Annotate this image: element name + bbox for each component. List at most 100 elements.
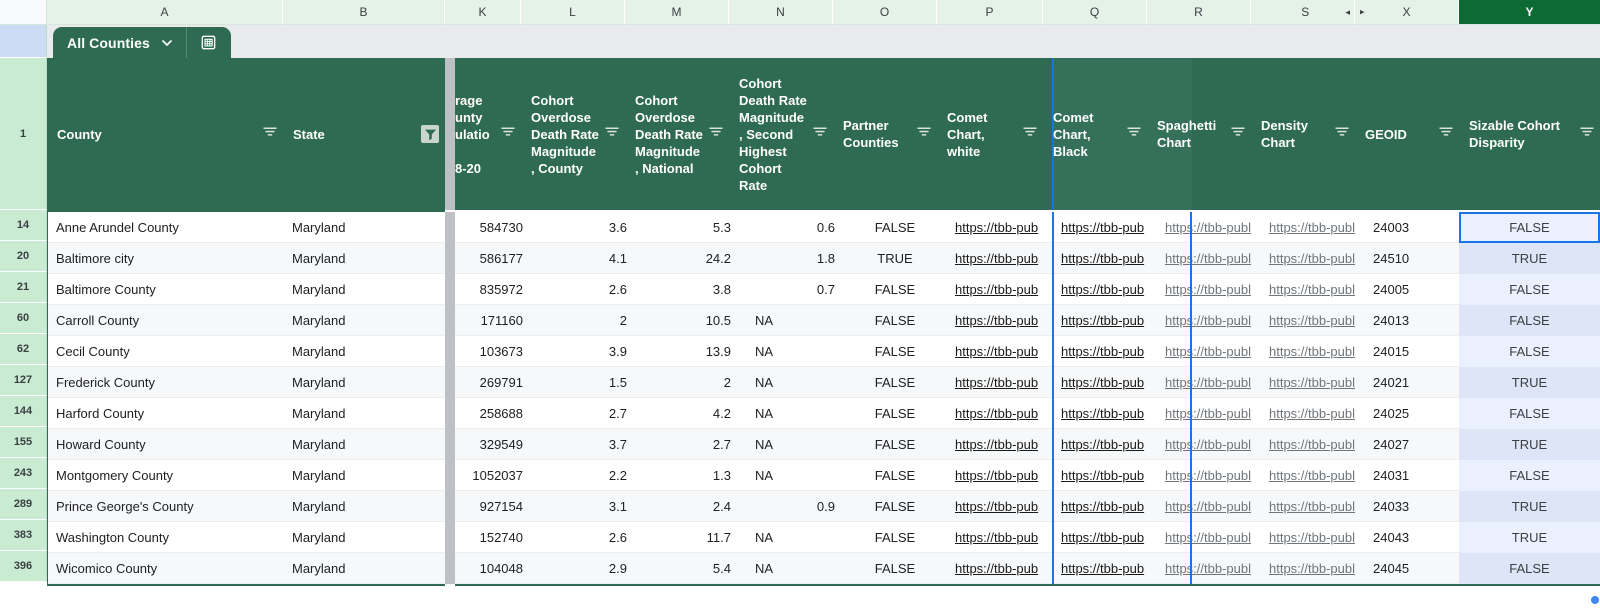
link-comet-black[interactable]: https://tbb-pub — [1053, 305, 1157, 336]
column-header-y[interactable]: Y — [1459, 0, 1600, 25]
link-comet-white[interactable]: https://tbb-pub — [947, 367, 1053, 398]
table-row[interactable]: 104048 2.9 5.4 NA FALSE https://tbb-pub https:… — [455, 552, 1600, 584]
cell-county[interactable]: Baltimore County — [48, 274, 284, 305]
link-comet-black[interactable]: https://tbb-pub — [1053, 553, 1157, 584]
link-density[interactable]: https://tbb-publ — [1261, 553, 1365, 584]
filter-icon[interactable] — [917, 127, 931, 142]
table-row[interactable]: Howard County Maryland — [48, 429, 445, 460]
header-cell-cohort-nat[interactable]: Cohort Overdose Death Rate Magnitude, Na… — [625, 58, 729, 210]
cell-population[interactable]: 104048 — [455, 553, 531, 584]
table-row[interactable]: Cecil County Maryland — [48, 336, 445, 367]
row-number[interactable]: 14 — [0, 210, 47, 241]
cell-sizable-cohort-disparity[interactable]: FALSE — [1459, 459, 1600, 491]
cell-cohort-nat[interactable]: 5.3 — [635, 212, 739, 243]
collapsed-columns-right-arrow-icon[interactable]: ▸ — [1360, 7, 1365, 17]
sheet-tab-all-counties[interactable]: All Counties — [53, 27, 231, 58]
link-spaghetti[interactable]: https://tbb-publ — [1157, 212, 1261, 243]
cell-cohort-county[interactable]: 2.6 — [531, 522, 635, 553]
cell-cohort-nat[interactable]: 13.9 — [635, 336, 739, 367]
cell-state[interactable]: Maryland — [284, 243, 445, 274]
cell-population[interactable]: 835972 — [455, 274, 531, 305]
header-cell-county[interactable]: County — [47, 58, 283, 210]
link-density[interactable]: https://tbb-publ — [1261, 398, 1365, 429]
header-cell-geoid[interactable]: GEOID — [1355, 58, 1459, 210]
chevron-down-icon[interactable] — [158, 36, 186, 50]
cell-county[interactable]: Cecil County — [48, 336, 284, 367]
filter-icon[interactable] — [709, 127, 723, 142]
cell-partner[interactable]: FALSE — [843, 522, 947, 553]
column-header-q[interactable]: Q — [1043, 0, 1147, 25]
cell-geoid[interactable]: 24045 — [1365, 553, 1469, 584]
cell-county[interactable]: Prince George's County — [48, 491, 284, 522]
filter-icon[interactable] — [1127, 127, 1141, 142]
cell-geoid[interactable]: 24510 — [1365, 243, 1469, 274]
row-number-1[interactable]: 1 — [0, 58, 47, 210]
cell-partner[interactable]: FALSE — [843, 336, 947, 367]
table-row[interactable]: Baltimore city Maryland — [48, 243, 445, 274]
header-cell-comet-white[interactable]: Comet Chart, white — [937, 58, 1043, 210]
cell-geoid[interactable]: 24043 — [1365, 522, 1469, 553]
link-comet-black[interactable]: https://tbb-pub — [1053, 367, 1157, 398]
row-number[interactable]: 155 — [0, 427, 47, 458]
cell-county[interactable]: Montgomery County — [48, 460, 284, 491]
link-density[interactable]: https://tbb-publ — [1261, 429, 1365, 460]
cell-county[interactable]: Harford County — [48, 398, 284, 429]
cell-population[interactable]: 171160 — [455, 305, 531, 336]
cell-state[interactable]: Maryland — [284, 274, 445, 305]
row-number[interactable]: 60 — [0, 303, 47, 334]
cell-cohort-nat[interactable]: 11.7 — [635, 522, 739, 553]
link-spaghetti[interactable]: https://tbb-publ — [1157, 336, 1261, 367]
table-row[interactable]: 171160 2 10.5 NA FALSE https://tbb-pub https:/… — [455, 304, 1600, 336]
table-row[interactable]: Anne Arundel County Maryland — [48, 212, 445, 243]
cell-cohort-2nd[interactable]: 0.6 — [739, 212, 843, 243]
cell-cohort-2nd[interactable]: NA — [739, 553, 843, 584]
cell-sizable-cohort-disparity[interactable]: TRUE — [1459, 428, 1600, 460]
cell-sizable-cohort-disparity[interactable]: FALSE — [1459, 397, 1600, 429]
cell-state[interactable]: Maryland — [284, 491, 445, 522]
header-cell-population[interactable]: rage unty ulatio 8-20 — [445, 58, 521, 210]
cell-geoid[interactable]: 24031 — [1365, 460, 1469, 491]
row-number[interactable]: 62 — [0, 334, 47, 365]
cell-partner[interactable]: FALSE — [843, 491, 947, 522]
cell-partner[interactable]: FALSE — [843, 398, 947, 429]
table-row[interactable]: Wicomico County Maryland — [48, 553, 445, 584]
cell-cohort-county[interactable]: 1.5 — [531, 367, 635, 398]
table-row[interactable]: 103673 3.9 13.9 NA FALSE https://tbb-pub https… — [455, 335, 1600, 367]
link-spaghetti[interactable]: https://tbb-publ — [1157, 522, 1261, 553]
link-spaghetti[interactable]: https://tbb-publ — [1157, 398, 1261, 429]
filter-icon[interactable] — [501, 127, 515, 142]
table-row[interactable]: Washington County Maryland — [48, 522, 445, 553]
cell-cohort-nat[interactable]: 5.4 — [635, 553, 739, 584]
cell-county[interactable]: Wicomico County — [48, 553, 284, 584]
link-spaghetti[interactable]: https://tbb-publ — [1157, 553, 1261, 584]
link-comet-white[interactable]: https://tbb-pub — [947, 336, 1053, 367]
table-row[interactable]: Prince George's County Maryland — [48, 491, 445, 522]
cell-partner[interactable]: FALSE — [843, 212, 947, 243]
filter-active-icon[interactable] — [421, 125, 439, 143]
row-number[interactable]: 243 — [0, 458, 47, 489]
cell-state[interactable]: Maryland — [284, 212, 445, 243]
cell-county[interactable]: Howard County — [48, 429, 284, 460]
link-comet-white[interactable]: https://tbb-pub — [947, 522, 1053, 553]
link-density[interactable]: https://tbb-publ — [1261, 305, 1365, 336]
link-density[interactable]: https://tbb-publ — [1261, 367, 1365, 398]
header-cell-sizable[interactable]: Sizable Cohort Disparity — [1459, 58, 1600, 210]
column-header-a[interactable]: A — [47, 0, 283, 25]
column-header-o[interactable]: O — [833, 0, 937, 25]
column-header-r[interactable]: R — [1147, 0, 1251, 25]
select-all-corner[interactable] — [0, 0, 47, 25]
link-density[interactable]: https://tbb-publ — [1261, 460, 1365, 491]
link-comet-black[interactable]: https://tbb-pub — [1053, 460, 1157, 491]
header-cell-cohort-2nd[interactable]: Cohort Death Rate Magnitude, Second High… — [729, 58, 833, 210]
table-row[interactable]: 329549 3.7 2.7 NA FALSE https://tbb-pub https:… — [455, 428, 1600, 460]
link-comet-white[interactable]: https://tbb-pub — [947, 274, 1053, 305]
link-density[interactable]: https://tbb-publ — [1261, 336, 1365, 367]
cell-sizable-cohort-disparity[interactable]: FALSE — [1459, 304, 1600, 336]
link-comet-black[interactable]: https://tbb-pub — [1053, 429, 1157, 460]
table-row[interactable]: 1052037 2.2 1.3 NA FALSE https://tbb-pub https… — [455, 459, 1600, 491]
filter-icon[interactable] — [1439, 127, 1453, 142]
row-number[interactable]: 289 — [0, 489, 47, 520]
cell-cohort-nat[interactable]: 2 — [635, 367, 739, 398]
cell-state[interactable]: Maryland — [284, 429, 445, 460]
cell-geoid[interactable]: 24003 — [1365, 212, 1469, 243]
